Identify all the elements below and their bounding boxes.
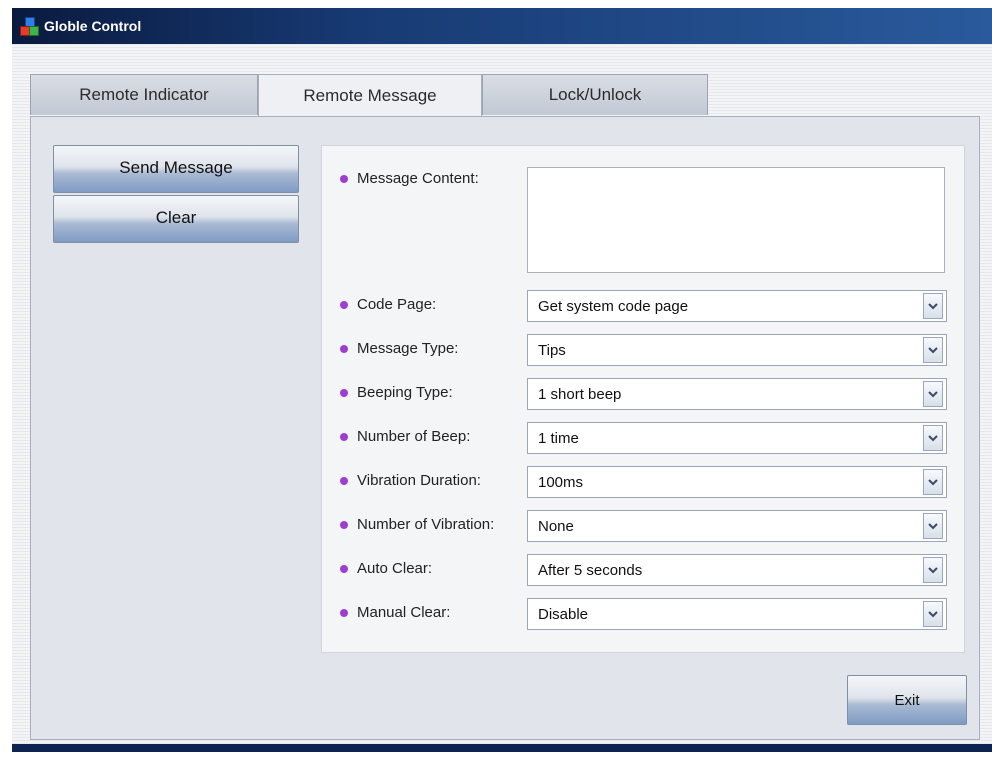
number-of-beep-select[interactable]: 1 time bbox=[527, 422, 947, 454]
code-page-label: Code Page: bbox=[357, 296, 437, 313]
code-page-row: Code Page: bbox=[340, 296, 436, 313]
auto-clear-row: Auto Clear: bbox=[340, 560, 432, 577]
bullet-icon bbox=[340, 476, 348, 485]
tab-remote-indicator[interactable]: Remote Indicator bbox=[30, 74, 258, 115]
message-content-input[interactable] bbox=[527, 167, 945, 273]
number-of-beep-row: Number of Beep: bbox=[340, 428, 470, 445]
bullet-icon bbox=[340, 432, 348, 441]
tab-lock-unlock[interactable]: Lock/Unlock bbox=[482, 74, 708, 115]
chevron-down-icon[interactable] bbox=[923, 601, 943, 627]
auto-clear-label: Auto Clear: bbox=[357, 560, 433, 577]
number-of-vibration-row: Number of Vibration: bbox=[340, 516, 494, 533]
message-content-label: Message Content: bbox=[357, 170, 479, 187]
message-form: Message Content: Code Page: Get system c… bbox=[321, 145, 965, 653]
bullet-icon bbox=[340, 174, 348, 183]
code-page-select[interactable]: Get system code page bbox=[527, 290, 947, 322]
beeping-type-row: Beeping Type: bbox=[340, 384, 453, 401]
title-bar: Globle Control bbox=[12, 8, 992, 44]
manual-clear-select[interactable]: Disable bbox=[527, 598, 947, 630]
tab-panel: Send Message Clear Message Content: Code… bbox=[30, 116, 980, 740]
message-type-label: Message Type: bbox=[357, 340, 459, 357]
beeping-type-select[interactable]: 1 short beep bbox=[527, 378, 947, 410]
message-content-row: Message Content: bbox=[340, 170, 479, 187]
message-type-row: Message Type: bbox=[340, 340, 458, 357]
number-of-vibration-value: None bbox=[538, 517, 574, 535]
auto-clear-value: After 5 seconds bbox=[538, 561, 643, 579]
bullet-icon bbox=[340, 388, 348, 397]
code-page-value: Get system code page bbox=[538, 297, 689, 315]
number-of-vibration-select[interactable]: None bbox=[527, 510, 947, 542]
chevron-down-icon[interactable] bbox=[923, 293, 943, 319]
window-title: Globle Control bbox=[44, 18, 142, 34]
clear-button[interactable]: Clear bbox=[53, 195, 299, 243]
vibration-duration-label: Vibration Duration: bbox=[357, 472, 481, 489]
app-window: Globle Control Remote Indicator Remote M… bbox=[12, 8, 992, 752]
vibration-duration-select[interactable]: 100ms bbox=[527, 466, 947, 498]
chevron-down-icon[interactable] bbox=[923, 425, 943, 451]
app-logo-icon bbox=[20, 17, 39, 36]
tab-bar: Remote Indicator Remote Message Lock/Unl… bbox=[30, 74, 708, 117]
message-type-select[interactable]: Tips bbox=[527, 334, 947, 366]
manual-clear-label: Manual Clear: bbox=[357, 604, 451, 621]
manual-clear-value: Disable bbox=[538, 605, 589, 623]
message-type-value: Tips bbox=[538, 341, 566, 359]
chevron-down-icon[interactable] bbox=[923, 381, 943, 407]
send-message-button[interactable]: Send Message bbox=[53, 145, 299, 193]
bullet-icon bbox=[340, 520, 348, 529]
bullet-icon bbox=[340, 344, 348, 353]
chevron-down-icon[interactable] bbox=[923, 337, 943, 363]
bullet-icon bbox=[340, 300, 348, 309]
beeping-type-label: Beeping Type: bbox=[357, 384, 453, 401]
vibration-duration-value: 100ms bbox=[538, 473, 584, 491]
auto-clear-select[interactable]: After 5 seconds bbox=[527, 554, 947, 586]
chevron-down-icon[interactable] bbox=[923, 557, 943, 583]
vibration-duration-row: Vibration Duration: bbox=[340, 472, 481, 489]
manual-clear-row: Manual Clear: bbox=[340, 604, 450, 621]
beeping-type-value: 1 short beep bbox=[538, 385, 622, 403]
bullet-icon bbox=[340, 608, 348, 617]
client-area: Remote Indicator Remote Message Lock/Unl… bbox=[12, 44, 992, 744]
tab-remote-message[interactable]: Remote Message bbox=[258, 74, 482, 117]
bullet-icon bbox=[340, 564, 348, 573]
number-of-beep-value: 1 time bbox=[538, 429, 579, 447]
number-of-vibration-label: Number of Vibration: bbox=[357, 516, 495, 533]
exit-button[interactable]: Exit bbox=[847, 675, 967, 725]
chevron-down-icon[interactable] bbox=[923, 469, 943, 495]
chevron-down-icon[interactable] bbox=[923, 513, 943, 539]
number-of-beep-label: Number of Beep: bbox=[357, 428, 471, 445]
